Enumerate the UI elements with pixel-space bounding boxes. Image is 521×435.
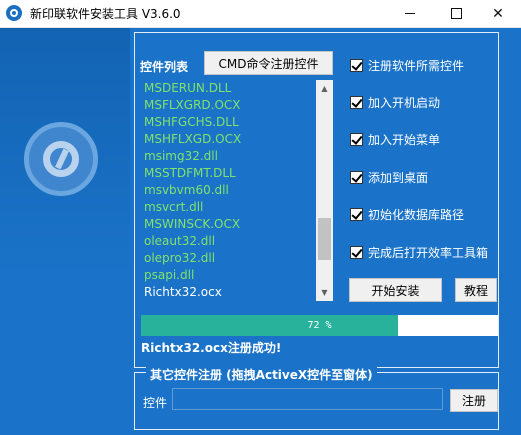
window-title: 新印联软件安装工具 V3.6.0 (30, 7, 181, 21)
option-label: 加入开始菜单 (368, 132, 441, 147)
brand-logo-icon (24, 122, 98, 196)
cmd-register-button[interactable]: CMD命令注册控件 (204, 51, 333, 75)
option-init-db-path[interactable]: 初始化数据库路径 (350, 205, 464, 223)
main-panel: 控件列表 CMD命令注册控件 MSDERUN.DLL MSFLXGRD.OCX MS… (130, 28, 521, 435)
close-icon: ✕ (492, 5, 504, 22)
control-path-input[interactable] (172, 388, 443, 410)
list-item[interactable]: MSHFGCHS.DLL (141, 114, 335, 131)
tutorial-button[interactable]: 教程 (455, 278, 497, 302)
control-path-label: 控件 (143, 396, 168, 410)
maximize-icon (450, 8, 462, 19)
app-logo-icon (6, 5, 22, 21)
maximize-button[interactable] (433, 0, 479, 27)
list-item[interactable]: msimg32.dll (141, 148, 335, 165)
option-startup[interactable]: 加入开机启动 (350, 93, 440, 111)
option-label: 完成后打开效率工具箱 (368, 245, 489, 260)
list-item[interactable]: MSHFLXGD.OCX (141, 131, 335, 148)
scroll-up-icon[interactable]: ▲ (316, 80, 333, 97)
checkbox-checked-icon[interactable] (350, 170, 363, 184)
minimize-button[interactable] (387, 0, 433, 27)
close-button[interactable]: ✕ (475, 0, 521, 27)
checkbox-checked-icon[interactable] (350, 132, 363, 146)
list-item[interactable]: Richtx32.ocx (141, 284, 335, 301)
list-item[interactable]: psapi.dll (141, 267, 335, 284)
install-progress-bar: 72 % (141, 315, 498, 336)
title-bar: 新印联软件安装工具 V3.6.0 ✕ (0, 0, 521, 28)
listbox-scrollbar[interactable]: ▲ ▼ (316, 80, 333, 301)
checkbox-checked-icon[interactable] (350, 245, 363, 259)
register-button[interactable]: 注册 (450, 389, 498, 412)
option-label: 注册软件所需控件 (368, 58, 465, 73)
list-item[interactable]: msvcrt.dll (141, 199, 335, 216)
option-label: 添加到桌面 (368, 170, 429, 185)
controls-listbox[interactable]: MSDERUN.DLL MSFLXGRD.OCX MSHFGCHS.DLL MSHFL… (141, 80, 335, 301)
checkbox-checked-icon[interactable] (350, 207, 363, 221)
option-label: 加入开机启动 (368, 95, 441, 110)
checkbox-checked-icon[interactable] (350, 95, 363, 109)
option-register-controls[interactable]: 注册软件所需控件 (350, 56, 464, 74)
status-message: Richtx32.ocx注册成功! (141, 341, 282, 355)
option-open-toolbox[interactable]: 完成后打开效率工具箱 (350, 243, 488, 261)
other-register-title: 其它控件注册 (拖拽ActiveX控件至窗体) (146, 366, 377, 383)
list-item[interactable]: olepro32.dll (141, 250, 335, 267)
list-item[interactable]: MSSTDFMT.DLL (141, 165, 335, 182)
controls-list-header: 控件列表 (140, 60, 189, 74)
checkbox-checked-icon[interactable] (350, 58, 363, 72)
list-item[interactable]: MSWINSCK.OCX (141, 216, 335, 233)
left-banner (0, 28, 130, 435)
scroll-thumb[interactable] (318, 218, 331, 260)
minimize-icon (405, 13, 415, 14)
scroll-down-icon[interactable]: ▼ (316, 284, 333, 301)
option-start-menu[interactable]: 加入开始菜单 (350, 130, 440, 148)
progress-text: 72 % (307, 320, 332, 331)
option-desktop[interactable]: 添加到桌面 (350, 168, 428, 186)
option-label: 初始化数据库路径 (368, 207, 465, 222)
list-item[interactable]: oleaut32.dll (141, 233, 335, 250)
list-item[interactable]: MSFLXGRD.OCX (141, 97, 335, 114)
list-item[interactable]: msvbvm60.dll (141, 182, 335, 199)
list-item[interactable]: MSDERUN.DLL (141, 80, 335, 97)
start-install-button[interactable]: 开始安装 (349, 278, 442, 302)
